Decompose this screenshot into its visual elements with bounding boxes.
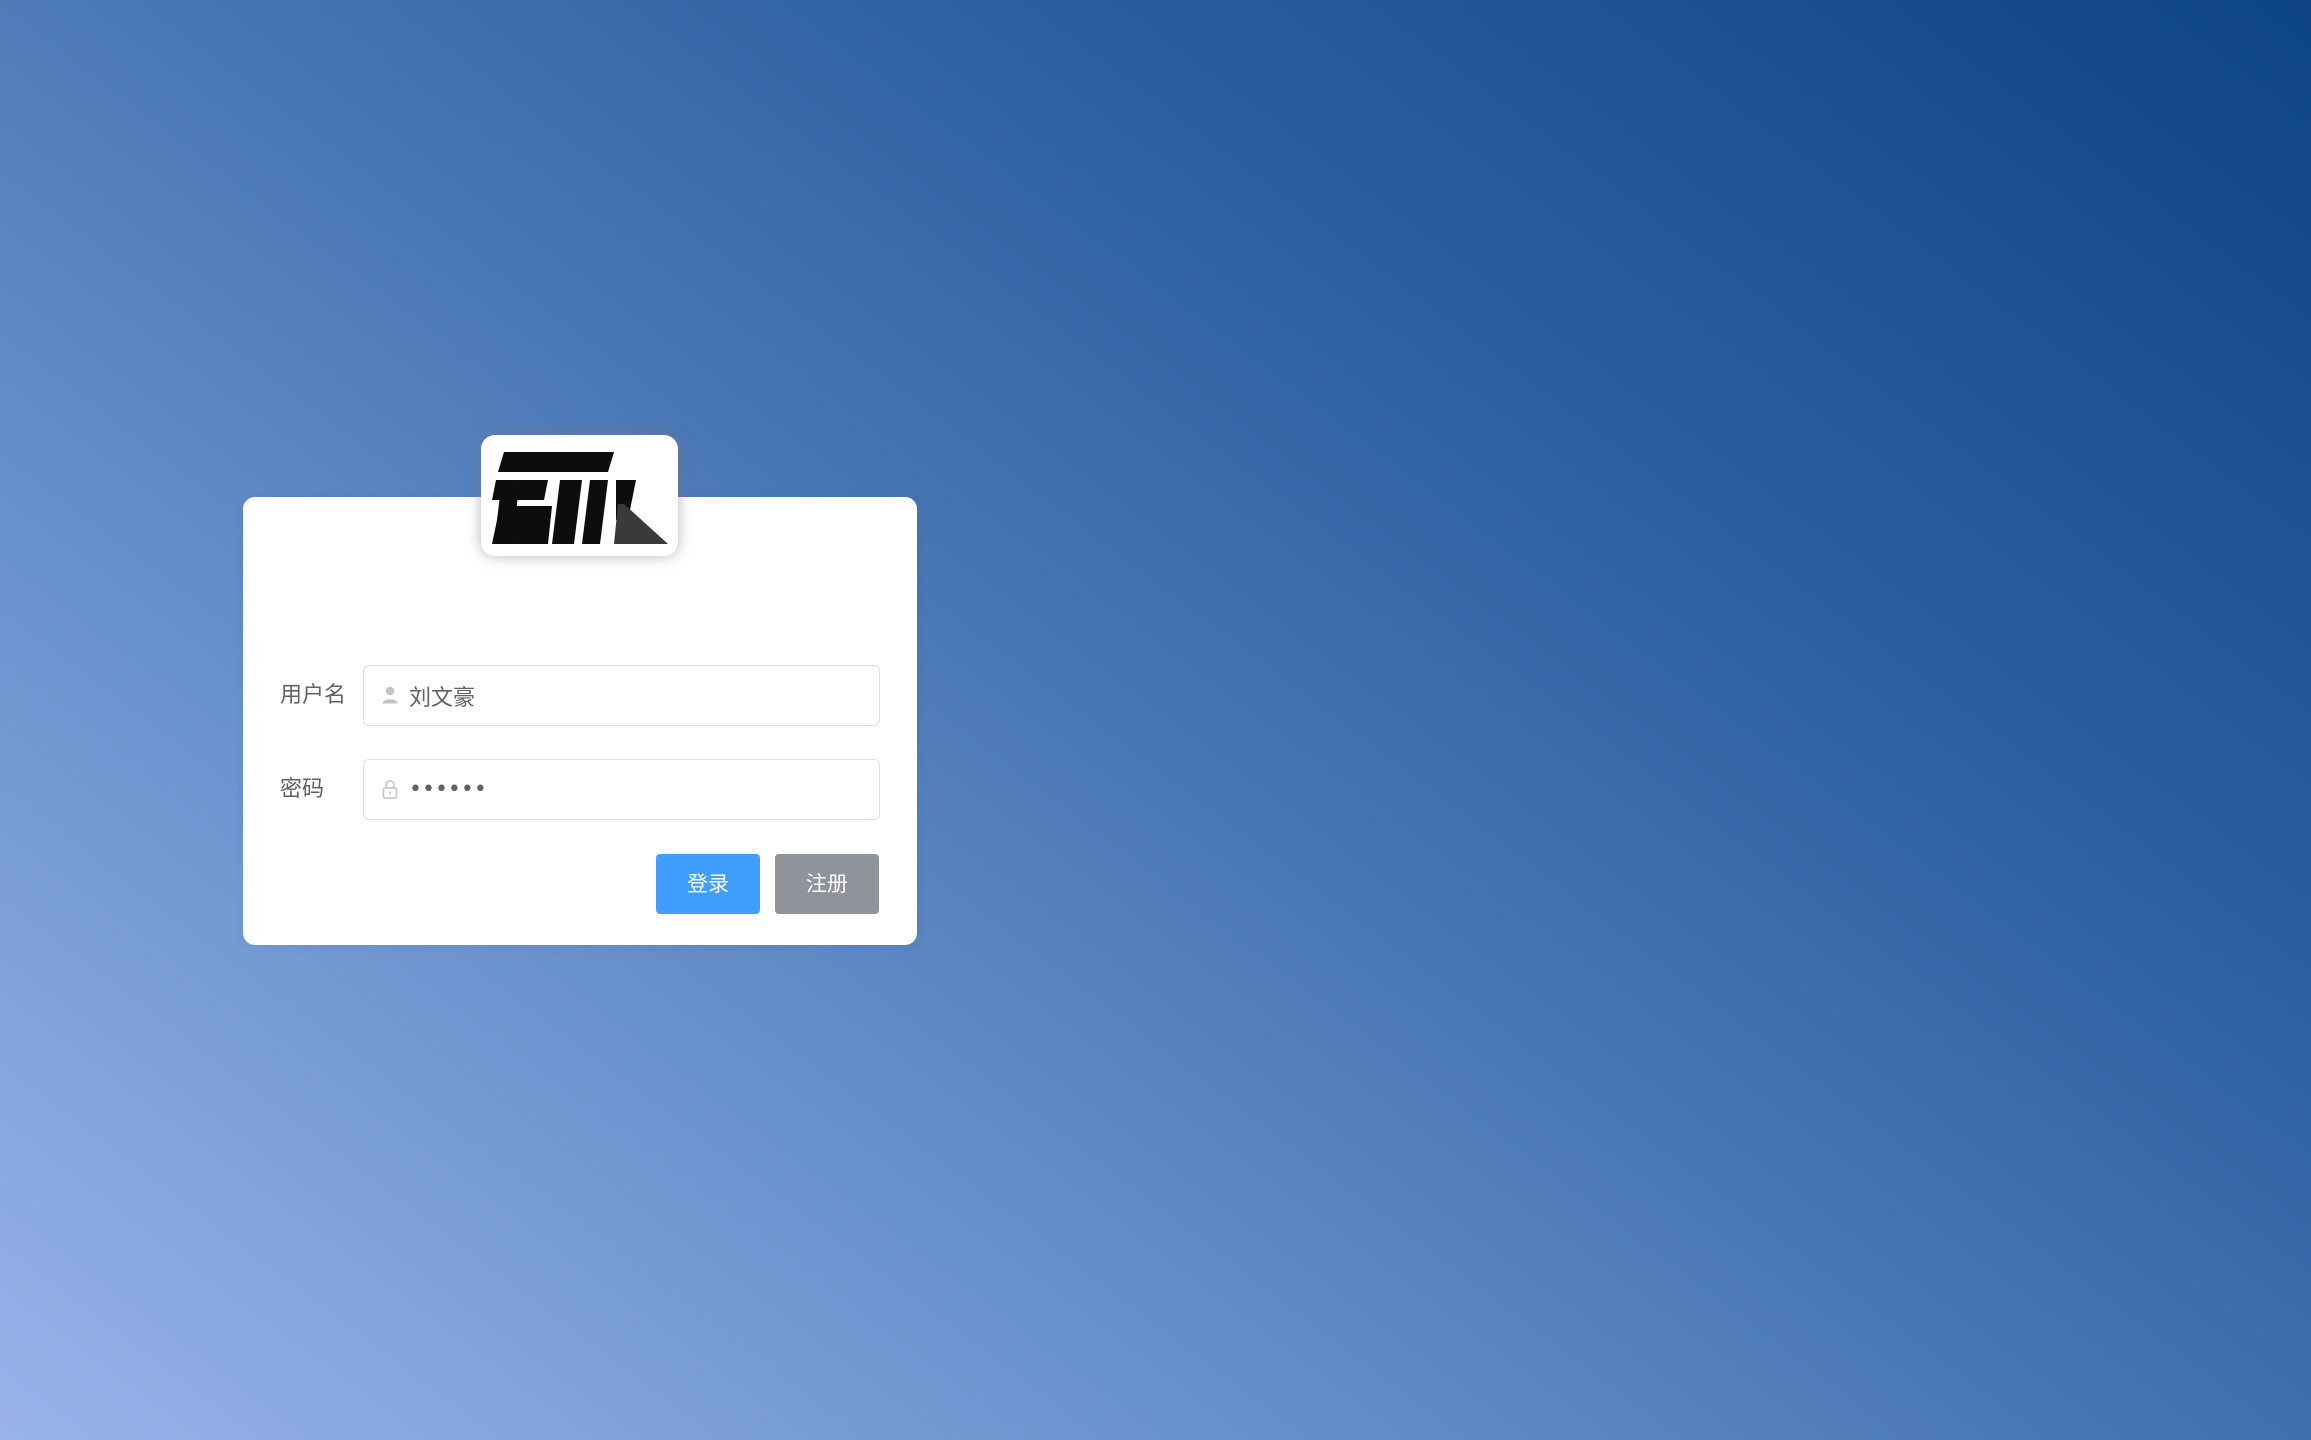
password-row: 密码 — [280, 759, 880, 820]
lock-icon — [379, 778, 401, 800]
login-page: 用户名 密码 — [0, 0, 2311, 1440]
etl-logo-icon — [491, 451, 668, 544]
app-logo — [481, 435, 678, 556]
password-field[interactable] — [363, 759, 880, 820]
username-label: 用户名 — [280, 683, 347, 708]
username-row: 用户名 — [280, 665, 880, 726]
password-label: 密码 — [280, 777, 325, 802]
username-field[interactable] — [363, 665, 880, 726]
user-icon — [379, 684, 401, 706]
password-input[interactable] — [409, 760, 859, 819]
register-button[interactable]: 注册 — [775, 854, 879, 914]
username-input[interactable] — [409, 666, 859, 725]
login-card: 用户名 密码 — [243, 497, 917, 945]
login-button[interactable]: 登录 — [656, 854, 760, 914]
